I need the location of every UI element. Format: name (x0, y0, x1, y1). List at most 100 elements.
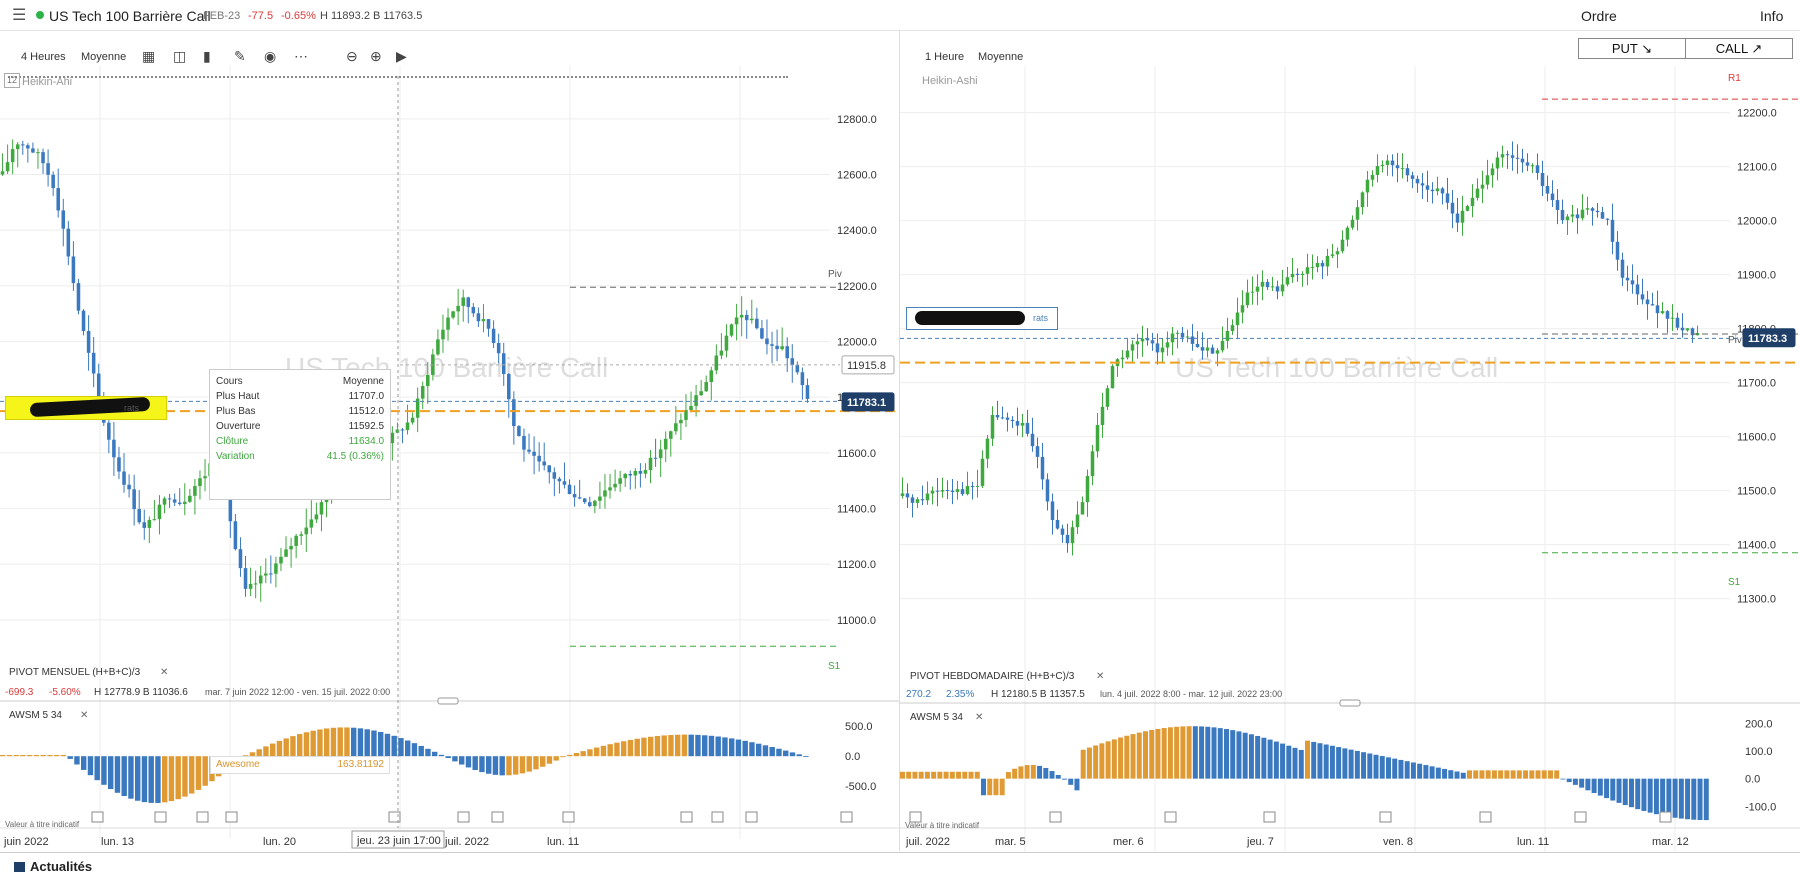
redaction-scribble (915, 311, 1025, 325)
candle (1180, 332, 1185, 338)
candle (734, 317, 739, 325)
ao-bar (432, 751, 438, 757)
ao-bar (87, 756, 94, 776)
candle (436, 339, 440, 355)
candle (1680, 327, 1685, 331)
candle (21, 144, 25, 146)
candle (1350, 219, 1355, 228)
timeframe-selector[interactable]: 4 Heures (21, 51, 66, 63)
indicators-icon[interactable]: ▦ (142, 48, 155, 65)
candle (729, 324, 734, 336)
timeframe-selector[interactable]: 1 Heure (925, 51, 964, 63)
ao-bar (452, 756, 458, 762)
close-icon[interactable]: ✕ (1096, 671, 1104, 682)
candle (1495, 157, 1500, 169)
eye-icon[interactable]: ◉ (264, 48, 276, 65)
y-tick-label: 12000.0 (837, 337, 877, 349)
candle (613, 483, 617, 488)
ao-bar (94, 756, 100, 781)
ao-bar (371, 730, 377, 757)
y-tick-label: 11600.0 (837, 448, 876, 460)
more-icon[interactable]: ⋯ (294, 48, 308, 65)
y-tick-label: 11600.0 (1737, 432, 1776, 444)
high-low: H 11893.2 B 11763.5 (320, 10, 423, 22)
candle (496, 342, 501, 354)
candle (1565, 216, 1570, 221)
candle (618, 478, 622, 484)
draw-icon[interactable]: ✎ (234, 48, 246, 65)
x-tick-label: juil. 2022 (444, 836, 489, 848)
ao-bar (411, 743, 418, 757)
right-chart-canvas[interactable]: 12200.012100.012000.011900.011800.011700… (900, 31, 1800, 852)
ao-bar (1012, 768, 1018, 779)
ao-bar (1491, 770, 1497, 779)
ao-bar (310, 730, 316, 757)
calendar-icon (1263, 811, 1276, 823)
calendar-icon (457, 811, 470, 823)
candle (1065, 534, 1070, 544)
pivot-high-low: H 12180.5 B 11357.5 (991, 689, 1085, 700)
candle (274, 563, 278, 574)
ao-bar (324, 728, 330, 757)
chart-style-box[interactable]: 12 (4, 73, 20, 88)
menu-icon[interactable]: ☰ (12, 5, 26, 25)
candle (1655, 305, 1660, 314)
ao-bar (1236, 731, 1242, 779)
candle (86, 330, 91, 353)
ao-bar (1604, 778, 1610, 799)
candle (795, 364, 800, 373)
ao-bar (1030, 764, 1036, 779)
candle (1470, 197, 1475, 207)
x-tick-label: mar. 5 (995, 836, 1026, 848)
ao-bar (513, 756, 519, 775)
ao-bar (695, 734, 701, 757)
candle (1530, 165, 1535, 167)
candle (238, 549, 243, 569)
bar-chart-icon[interactable]: ▮ (203, 48, 211, 65)
candle (1295, 273, 1300, 275)
candle (1090, 451, 1095, 476)
candle (1100, 406, 1105, 425)
candle (1625, 277, 1630, 281)
close-icon[interactable]: ✕ (80, 710, 88, 721)
y-tick-label: 12400.0 (837, 225, 877, 237)
candle (1190, 336, 1195, 344)
instrument-expiry: FEB-23 (203, 10, 241, 22)
play-icon[interactable]: ▶ (396, 48, 407, 65)
position-marker[interactable]: rats (5, 396, 167, 420)
ao-bar (627, 739, 634, 757)
price-type-selector[interactable]: Moyenne (978, 51, 1023, 63)
candle (1430, 189, 1435, 192)
ao-bar (1479, 770, 1485, 779)
candle (461, 297, 465, 306)
ao-bar (270, 743, 276, 757)
close-icon[interactable]: ✕ (975, 712, 983, 723)
candle (638, 470, 643, 474)
news-link[interactable]: Actualités (30, 859, 92, 874)
position-tag: rats (1033, 313, 1049, 323)
layout-icon[interactable]: ◫ (173, 48, 186, 65)
ao-bar (962, 771, 968, 779)
candle (1520, 158, 1525, 163)
ao-bar (573, 752, 580, 757)
candle (1345, 227, 1350, 240)
candle (990, 414, 995, 439)
zoom-out-icon[interactable]: ⊖ (346, 48, 358, 65)
position-marker[interactable]: rats (906, 307, 1058, 330)
candle (1640, 294, 1645, 300)
left-chart-canvas[interactable]: 12800.012600.012400.012200.012000.011800… (0, 31, 899, 852)
ao-bar (121, 756, 127, 797)
ao-bar (175, 756, 181, 800)
order-tab[interactable]: Ordre (1581, 8, 1617, 24)
candle (1405, 168, 1410, 176)
candle (1020, 422, 1025, 426)
tooltip-value: 11512.0 (348, 406, 384, 417)
price-type-selector[interactable]: Moyenne (81, 51, 126, 63)
ao-bar (1242, 732, 1248, 779)
zoom-in-icon[interactable]: ⊕ (370, 48, 382, 65)
candle (1455, 213, 1460, 223)
close-icon[interactable]: ✕ (160, 667, 168, 678)
info-tab[interactable]: Info (1760, 8, 1783, 24)
candle (1145, 338, 1150, 341)
ao-bar (1130, 734, 1136, 779)
